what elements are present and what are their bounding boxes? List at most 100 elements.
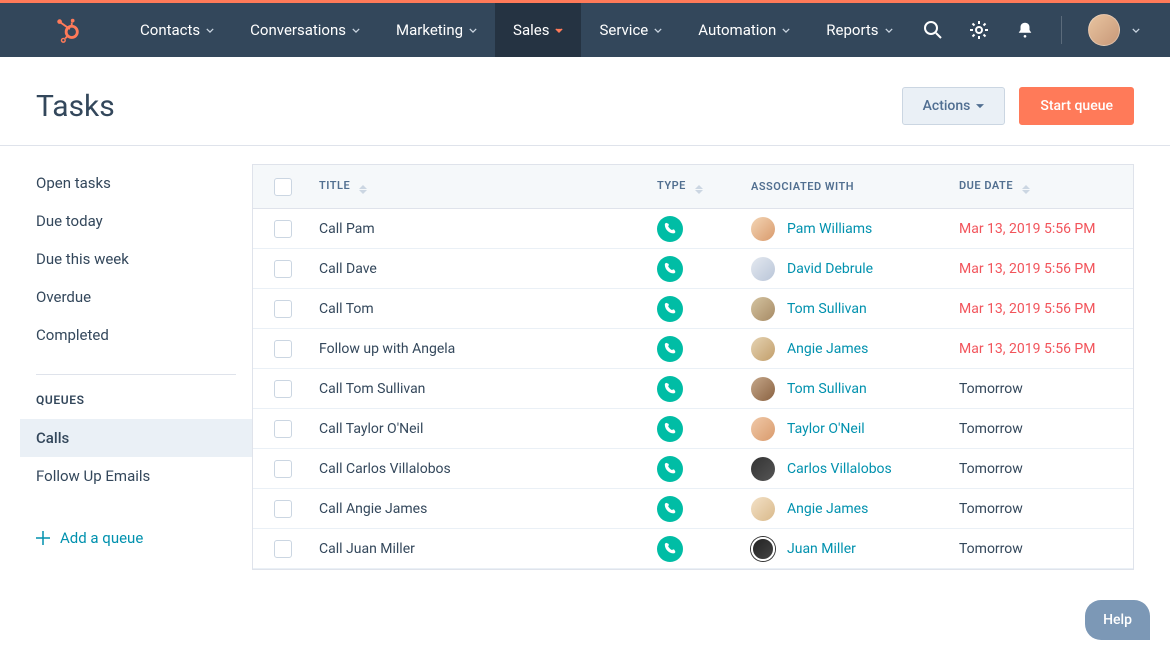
add-queue-button[interactable]: Add a queue [20,509,252,547]
queue-item-calls[interactable]: Calls [20,419,252,457]
queue-item-follow-up-emails[interactable]: Follow Up Emails [20,457,252,495]
contact-link[interactable]: Tom Sullivan [787,301,867,317]
phone-icon [657,376,683,402]
table-row[interactable]: Call Juan Miller Juan Miller Tomorrow [253,529,1133,569]
contact-link[interactable]: Taylor O'Neil [787,421,865,437]
contact-avatar [751,537,775,561]
row-checkbox[interactable] [274,300,292,318]
phone-icon [657,256,683,282]
phone-icon [657,296,683,322]
row-checkbox[interactable] [274,260,292,278]
due-date: Tomorrow [959,421,1133,437]
row-checkbox[interactable] [274,540,292,558]
nav-item-reports[interactable]: Reports [808,3,910,57]
sidebar-filter-open-tasks[interactable]: Open tasks [36,164,236,202]
settings-gear-icon[interactable] [969,20,989,40]
sidebar-filter-overdue[interactable]: Overdue [36,278,236,316]
contact-link[interactable]: Juan Miller [787,541,856,557]
sidebar-filter-due-this-week[interactable]: Due this week [36,240,236,278]
page-title: Tasks [36,89,115,124]
chevron-down-icon [206,28,214,33]
sort-icon [1022,185,1030,194]
row-checkbox[interactable] [274,420,292,438]
select-all-checkbox[interactable] [274,178,292,196]
column-header-associated[interactable]: ASSOCIATED WITH [751,180,959,193]
start-queue-button[interactable]: Start queue [1019,87,1134,125]
task-title: Call Dave [313,261,657,277]
due-date: Tomorrow [959,461,1133,477]
nav-item-label: Service [599,21,648,39]
tasks-table: TITLE TYPE ASSOCIATED WITH DUE DATE Call… [252,164,1134,570]
top-navbar: Contacts Conversations MarketingSales Servi… [0,3,1170,57]
row-checkbox[interactable] [274,500,292,518]
contact-avatar [751,377,775,401]
row-checkbox[interactable] [274,460,292,478]
due-date: Mar 13, 2019 5:56 PM [959,221,1133,237]
add-queue-label: Add a queue [60,529,143,547]
chevron-down-icon [469,28,477,33]
sidebar-divider [36,374,236,375]
table-row[interactable]: Follow up with Angela Angie James Mar 13, … [253,329,1133,369]
account-menu[interactable] [1088,14,1140,46]
contact-avatar [751,497,775,521]
task-title: Call Pam [313,221,657,237]
table-row[interactable]: Call DaveDavid DebruleMar 13, 2019 5:56 … [253,249,1133,289]
row-checkbox[interactable] [274,380,292,398]
phone-icon [657,536,683,562]
table-row[interactable]: Call Tom Sullivan Tom Sullivan Tomorrow [253,369,1133,409]
phone-icon [657,416,683,442]
row-checkbox[interactable] [274,220,292,238]
user-avatar [1088,14,1120,46]
phone-icon [657,456,683,482]
table-row[interactable]: Call TomTom SullivanMar 13, 2019 5:56 PM [253,289,1133,329]
contact-link[interactable]: Angie James [787,501,868,517]
contact-link[interactable]: Pam Williams [787,221,872,237]
task-title: Call Juan Miller [313,541,657,557]
column-header-type[interactable]: TYPE [657,179,751,194]
nav-item-service[interactable]: Service [581,3,680,57]
chevron-down-icon [782,28,790,33]
column-header-due-date[interactable]: DUE DATE [959,179,1133,194]
nav-item-contacts[interactable]: Contacts [122,3,232,57]
nav-item-conversations[interactable]: Conversations [232,3,378,57]
chevron-down-icon [976,104,984,109]
queues-heading: QUEUES [36,393,236,419]
sidebar-filter-completed[interactable]: Completed [36,316,236,354]
table-row[interactable]: Call Taylor O'NeilTaylor O'NeilTomorrow [253,409,1133,449]
table-row[interactable]: Call Pam Pam Williams Mar 13, 2019 5:56 PM [253,209,1133,249]
task-title: Call Angie James [313,501,657,517]
contact-avatar [751,297,775,321]
due-date: Tomorrow [959,381,1133,397]
chevron-down-icon [885,28,893,33]
actions-label: Actions [923,98,971,114]
contact-link[interactable]: David Debrule [787,261,873,277]
contact-link[interactable]: Tom Sullivan [787,381,867,397]
contact-avatar [751,217,775,241]
nav-item-marketing[interactable]: Marketing [378,3,495,57]
sidebar-filter-due-today[interactable]: Due today [36,202,236,240]
contact-link[interactable]: Carlos Villalobos [787,461,892,477]
sidebar: Open tasksDue todayDue this weekOverdueC… [0,164,252,570]
table-row[interactable]: Call Angie James Angie James Tomorrow [253,489,1133,529]
help-button[interactable]: Help [1085,600,1150,640]
nav-item-automation[interactable]: Automation [680,3,808,57]
contact-link[interactable]: Angie James [787,341,868,357]
hubspot-logo-icon[interactable] [54,16,82,44]
due-date: Mar 13, 2019 5:56 PM [959,341,1133,357]
nav-item-label: Conversations [250,21,346,39]
table-header-row: TITLE TYPE ASSOCIATED WITH DUE DATE [253,165,1133,209]
task-title: Follow up with Angela [313,341,657,357]
row-checkbox[interactable] [274,340,292,358]
contact-avatar [751,257,775,281]
notifications-bell-icon[interactable] [1015,20,1035,40]
due-date: Tomorrow [959,541,1133,557]
due-date: Tomorrow [959,501,1133,517]
actions-dropdown-button[interactable]: Actions [902,87,1006,125]
task-title: Call Tom Sullivan [313,381,657,397]
search-icon[interactable] [923,20,943,40]
nav-item-sales[interactable]: Sales [495,3,581,57]
nav-divider [1061,16,1062,44]
nav-item-label: Automation [698,21,776,39]
table-row[interactable]: Call Carlos VillalobosCarlos VillalobosT… [253,449,1133,489]
column-header-title[interactable]: TITLE [313,179,657,194]
